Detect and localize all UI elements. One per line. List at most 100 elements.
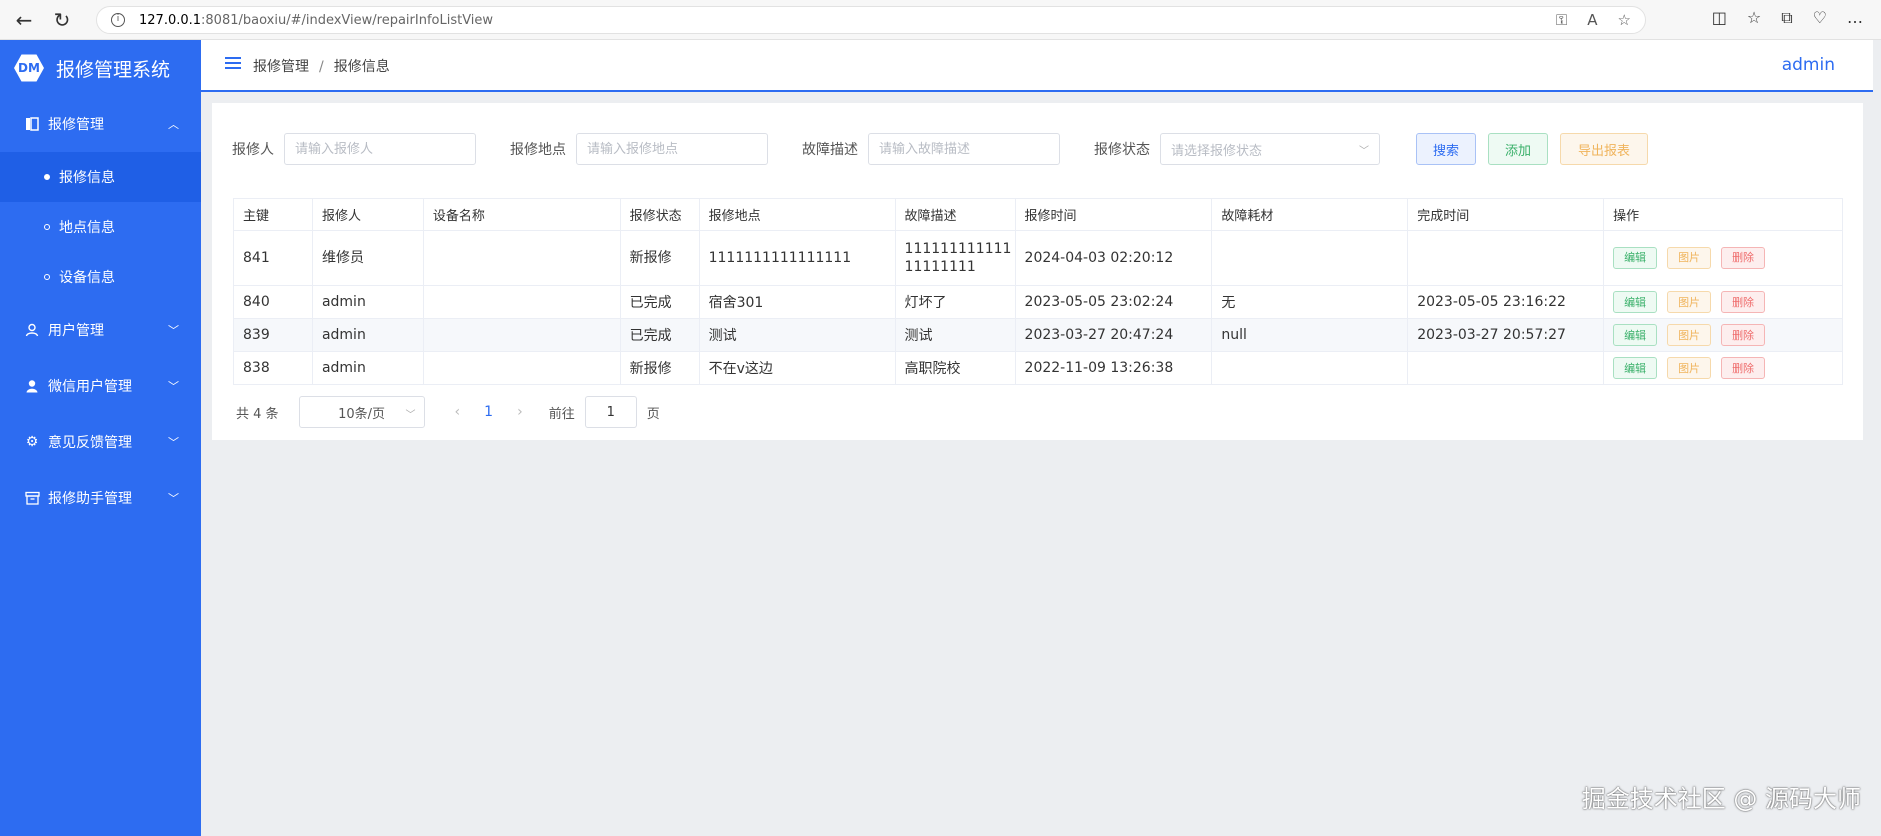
cell-description: 测试 (894, 318, 1016, 352)
menu-feedback-management[interactable]: ⚙ 意见反馈管理 ﹀ (0, 414, 201, 470)
cell-material: null (1211, 318, 1409, 352)
filter-status: 报修状态 请选择报修状态 ﹀ (1094, 133, 1380, 165)
prev-page-icon[interactable]: ‹ (455, 404, 461, 420)
filter-label: 报修地点 (510, 142, 566, 158)
chevron-down-icon: ﹀ (168, 436, 179, 449)
delete-button[interactable]: 删除 (1721, 291, 1766, 313)
table-row: 838 admin 新报修 不在v这边 高职院校 2022-11-09 13:2… (233, 351, 1843, 385)
bullet-icon (44, 174, 50, 180)
column-header: 设备名称 (422, 198, 621, 231)
page-size-select[interactable]: 10条/页 ﹀ (298, 396, 425, 428)
menu-label: 报修助手管理 (48, 491, 132, 507)
cell-status: 已完成 (619, 285, 700, 319)
chevron-down-icon: ﹀ (168, 492, 179, 505)
favorites-icon[interactable]: ☆ (1747, 8, 1761, 28)
cell-actions: 编辑 图片 删除 (1603, 318, 1843, 352)
cell-id: 840 (233, 285, 313, 319)
add-button[interactable]: 添加 (1488, 133, 1548, 165)
sidebar: DM 报修管理系统 报修管理 ︿ 报修信息 地点信息 设备信息 用户管理 ﹀ 微… (0, 40, 201, 836)
page-size-value: 10条/页 (338, 406, 386, 422)
image-button[interactable]: 图片 (1667, 291, 1712, 313)
goto-page-input[interactable]: 1 (584, 396, 637, 428)
top-header: 报修管理 / 报修信息 admin (201, 40, 1873, 92)
image-button[interactable]: 图片 (1667, 247, 1712, 269)
url-text: 127.0.0.1:8081/baoxiu/#/indexView/repair… (139, 12, 494, 28)
column-header: 操作 (1603, 198, 1843, 231)
breadcrumb-item[interactable]: 报修管理 (253, 59, 309, 75)
image-button[interactable]: 图片 (1667, 357, 1712, 379)
export-report-button[interactable]: 导出报表 (1560, 133, 1648, 165)
status-select[interactable]: 请选择报修状态 ﹀ (1160, 133, 1380, 165)
bullet-icon (44, 224, 50, 230)
current-user[interactable]: admin (1782, 55, 1835, 75)
menu-repair-management[interactable]: 报修管理 ︿ (0, 96, 201, 152)
info-icon[interactable]: i (111, 13, 125, 27)
browser-toolbar: ← ↻ i 127.0.0.1:8081/baoxiu/#/indexView/… (0, 0, 1881, 40)
cell-material: 无 (1211, 285, 1409, 319)
cell-device (422, 230, 621, 286)
user-outline-icon (24, 323, 40, 337)
goto-label: 前往 (548, 406, 575, 422)
collections-icon[interactable]: ⧉ (1781, 8, 1792, 28)
delete-button[interactable]: 删除 (1721, 324, 1766, 346)
box-icon (24, 491, 40, 505)
favorite-star-icon[interactable]: ☆ (1618, 11, 1631, 29)
next-page-icon[interactable]: › (517, 404, 523, 420)
pagination: 共 4 条 10条/页 ﹀ ‹ 1 › 前往 1 页 (236, 396, 660, 428)
menu-repair-assistant-management[interactable]: 报修助手管理 ﹀ (0, 470, 201, 526)
breadcrumb: 报修管理 / 报修信息 (253, 56, 390, 76)
location-input[interactable] (576, 133, 768, 165)
delete-button[interactable]: 删除 (1721, 357, 1766, 379)
cell-status: 新报修 (619, 230, 700, 286)
edit-button[interactable]: 编辑 (1613, 247, 1658, 269)
page-number-current[interactable]: 1 (484, 404, 493, 420)
reporter-input[interactable] (284, 133, 476, 165)
key-icon[interactable]: ⚿ (1556, 11, 1567, 29)
filter-label: 报修状态 (1094, 142, 1150, 158)
browser-essentials-icon[interactable]: ♡ (1813, 8, 1827, 28)
edit-button[interactable]: 编辑 (1613, 357, 1658, 379)
status-select-placeholder: 请选择报修状态 (1171, 143, 1263, 159)
filter-label: 报修人 (232, 142, 274, 158)
edit-button[interactable]: 编辑 (1613, 291, 1658, 313)
more-icon[interactable]: … (1847, 8, 1863, 28)
table-row: 840 admin 已完成 宿舍301 灯坏了 2023-05-05 23:02… (233, 285, 1843, 319)
cell-device (422, 351, 621, 385)
cell-material (1211, 230, 1409, 286)
desc-line: 11111111 (904, 259, 976, 275)
breadcrumb-separator: / (319, 59, 324, 75)
submenu-location-info[interactable]: 地点信息 (0, 202, 201, 252)
cell-device (422, 285, 621, 319)
image-button[interactable]: 图片 (1667, 324, 1712, 346)
description-input[interactable] (868, 133, 1060, 165)
column-header: 报修人 (311, 198, 424, 231)
column-header: 报修地点 (698, 198, 896, 231)
book-icon (24, 117, 40, 131)
submenu-device-info[interactable]: 设备信息 (0, 252, 201, 302)
submenu-repair-info[interactable]: 报修信息 (0, 152, 201, 202)
table-row: 841 维修员 新报修 1111111111111111 11111111111… (233, 230, 1843, 286)
column-header: 报修时间 (1014, 198, 1213, 231)
edit-button[interactable]: 编辑 (1613, 324, 1658, 346)
gear-icon: ⚙ (25, 434, 39, 450)
cell-reporter: admin (311, 285, 424, 319)
table-row: 839 admin 已完成 测试 测试 2023-03-27 20:47:24 … (233, 318, 1843, 352)
cell-done-time (1407, 230, 1605, 286)
cell-time: 2022-11-09 13:26:38 (1014, 351, 1213, 385)
cell-done-time: 2023-05-05 23:16:22 (1407, 285, 1605, 319)
read-aloud-icon[interactable]: A (1587, 11, 1597, 29)
menu-wechat-user-management[interactable]: 微信用户管理 ﹀ (0, 358, 201, 414)
delete-button[interactable]: 删除 (1721, 247, 1766, 269)
back-arrow-icon[interactable]: ← (10, 6, 38, 34)
cell-reporter: admin (311, 351, 424, 385)
watermark: 掘金技术社区 @ 源码大师 (1581, 785, 1861, 813)
chevron-up-icon: ︿ (168, 118, 179, 131)
chevron-down-icon: ﹀ (1359, 146, 1369, 157)
menu-user-management[interactable]: 用户管理 ﹀ (0, 302, 201, 358)
search-button[interactable]: 搜索 (1416, 133, 1476, 165)
address-bar[interactable]: i 127.0.0.1:8081/baoxiu/#/indexView/repa… (96, 6, 1646, 34)
cell-description: 灯坏了 (894, 285, 1016, 319)
menu-fold-icon[interactable] (225, 57, 241, 71)
split-screen-icon[interactable]: ◫ (1712, 8, 1727, 28)
refresh-icon[interactable]: ↻ (48, 6, 76, 34)
